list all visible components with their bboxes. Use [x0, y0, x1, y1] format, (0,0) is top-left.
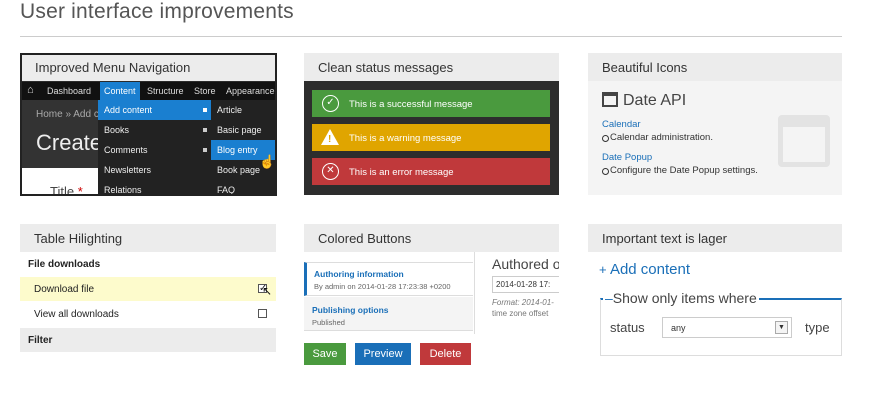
fieldset-legend: –Show only items where: [603, 290, 759, 306]
table-header: File downloads: [28, 259, 101, 270]
submenu-item-basic-page[interactable]: Basic page: [211, 120, 275, 140]
authored-date-input[interactable]: 2014-01-28 17:: [492, 276, 559, 293]
delete-button[interactable]: Delete: [420, 343, 471, 365]
colored-buttons-panel: Colored Buttons Authoring information By…: [304, 224, 559, 365]
table-row[interactable]: Download file ✓: [20, 277, 276, 301]
type-label: type: [805, 320, 830, 335]
authored-on-label: Authored o: [492, 256, 559, 272]
save-button[interactable]: Save: [304, 343, 346, 365]
success-text: This is a successful message: [349, 99, 473, 110]
error-x-icon: ✕: [322, 163, 339, 180]
add-content-submenu: Article Basic page Blog entry Book page …: [211, 100, 275, 194]
vertical-tab-publishing[interactable]: Publishing options Published: [304, 297, 473, 331]
panel-title: Important text is lager: [588, 224, 842, 252]
add-content-link[interactable]: + Add content: [599, 261, 690, 278]
table-highlighting-panel: Table Hilighting File downloads Download…: [20, 224, 276, 354]
page-heading: Create: [36, 130, 103, 155]
toolbar-appearance[interactable]: Appearance: [226, 86, 275, 96]
filter-fieldset: –Show only items where status any ▼ type: [600, 290, 842, 356]
success-message: ✓ This is a successful message: [312, 90, 550, 117]
required-mark: *: [77, 184, 83, 196]
hand-cursor-icon: ☝: [259, 154, 276, 169]
home-icon[interactable]: ⌂: [27, 84, 34, 96]
plus-icon: +: [599, 262, 607, 277]
status-select[interactable]: any ▼: [662, 317, 792, 338]
calendar-link[interactable]: Calendar: [602, 119, 641, 130]
toolbar-store[interactable]: Store: [194, 86, 216, 96]
admin-toolbar: ⌂ Dashboard Content Structure Store Appe…: [22, 82, 275, 100]
toolbar-dashboard[interactable]: Dashboard: [47, 86, 91, 96]
arrow-cursor-icon: ↖: [262, 284, 273, 298]
preview-button[interactable]: Preview: [355, 343, 411, 365]
breadcrumb[interactable]: Home » Add c: [36, 109, 99, 120]
panel-title: Colored Buttons: [304, 224, 559, 252]
date-popup-description: Configure the Date Popup settings.: [602, 165, 758, 176]
calendar-description: Calendar administration.: [602, 132, 713, 143]
warning-text: This is a warning message: [349, 133, 462, 144]
timezone-hint: time zone offset: [492, 309, 549, 318]
submenu-item-article[interactable]: Article: [211, 100, 275, 120]
tab-pane: Authored o 2014-01-28 17: Format: 2014-0…: [474, 252, 559, 334]
panel-title: Clean status messages: [304, 53, 559, 81]
format-hint: Format: 2014-01-: [492, 298, 554, 307]
date-api-heading: Date API: [602, 92, 686, 110]
chevron-down-icon: ▼: [775, 321, 788, 334]
title-divider: [20, 36, 842, 37]
menu-item-relations[interactable]: Relations: [98, 180, 211, 194]
title-field-label: Title *: [50, 184, 83, 196]
menu-item-books[interactable]: Books: [98, 120, 211, 140]
tab-summary: Published: [312, 318, 345, 327]
tab-title: Publishing options: [312, 305, 389, 315]
table-row[interactable]: View all downloads: [20, 302, 276, 326]
page-title: User interface improvements: [20, 0, 294, 23]
toolbar-structure[interactable]: Structure: [147, 86, 184, 96]
row-label: Download file: [34, 284, 95, 295]
menu-item-add-content[interactable]: Add content: [98, 100, 211, 120]
vertical-tab-authoring[interactable]: Authoring information By admin on 2014-0…: [304, 262, 473, 296]
tab-summary: By admin on 2014-01-28 17:23:38 +0200: [314, 282, 451, 291]
content-dropdown: Add content Books Comments Newsletters R…: [98, 100, 211, 194]
date-popup-link[interactable]: Date Popup: [602, 152, 652, 163]
row-label: View all downloads: [34, 309, 119, 320]
table-footer: Filter: [20, 328, 276, 352]
calendar-watermark-icon: [778, 115, 830, 167]
menu-item-newsletters[interactable]: Newsletters: [98, 160, 211, 180]
error-text: This is an error message: [349, 167, 454, 178]
menu-navigation-panel: Improved Menu Navigation ⌂ Dashboard Con…: [20, 53, 277, 196]
panel-title: Beautiful Icons: [588, 53, 842, 81]
tab-title: Authoring information: [314, 269, 404, 279]
toolbar-content[interactable]: Content: [100, 82, 140, 100]
icons-panel: Beautiful Icons Date API Calendar Calend…: [588, 53, 842, 195]
important-text-panel: Important text is lager + Add content –S…: [588, 224, 842, 359]
status-messages-panel: Clean status messages ✓ This is a succes…: [304, 53, 559, 195]
warning-message: ! This is a warning message: [312, 124, 550, 151]
submenu-item-faq[interactable]: FAQ: [211, 180, 275, 194]
panel-title: Table Hilighting: [20, 224, 276, 252]
menu-item-comments[interactable]: Comments: [98, 140, 211, 160]
panel-title: Improved Menu Navigation: [22, 55, 275, 81]
status-label: status: [610, 320, 645, 335]
checkmark-icon: ✓: [322, 95, 339, 112]
error-message: ✕ This is an error message: [312, 158, 550, 185]
row-checkbox[interactable]: [258, 309, 267, 318]
calendar-icon: [602, 92, 618, 107]
